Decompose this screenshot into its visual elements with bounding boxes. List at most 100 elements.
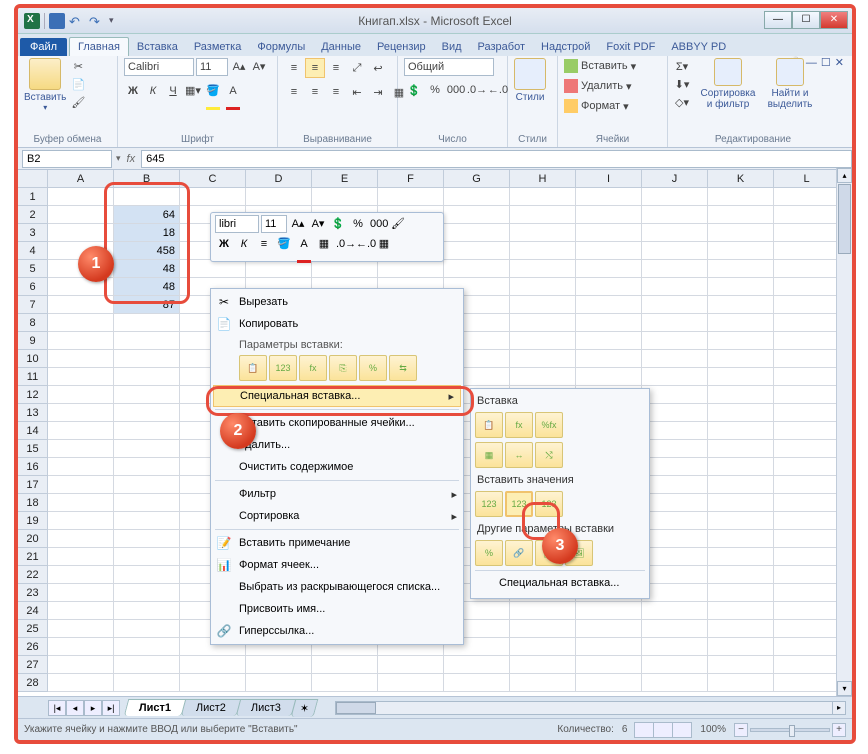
cell[interactable] (114, 494, 180, 512)
align-right-icon[interactable]: ≡ (326, 82, 346, 102)
cell[interactable]: 48 (114, 278, 180, 296)
cell[interactable] (114, 422, 180, 440)
cell[interactable] (114, 332, 180, 350)
cell[interactable] (510, 332, 576, 350)
cell[interactable] (708, 386, 774, 404)
cell[interactable] (774, 314, 840, 332)
cell[interactable] (246, 656, 312, 674)
mini-format-painter-icon[interactable]: 🖌 (389, 215, 407, 233)
cell[interactable] (114, 656, 180, 674)
cell[interactable] (576, 206, 642, 224)
cell[interactable] (114, 566, 180, 584)
sub-link-icon[interactable]: 🔗 (505, 540, 533, 566)
number-format-input[interactable]: Общий (404, 58, 494, 76)
tab-layout[interactable]: Разметка (186, 38, 250, 56)
cell[interactable] (48, 548, 114, 566)
row-header[interactable]: 20 (18, 530, 48, 548)
cell[interactable] (576, 368, 642, 386)
cell[interactable] (378, 674, 444, 692)
cell[interactable] (642, 422, 708, 440)
cell[interactable] (708, 476, 774, 494)
align-top-icon[interactable]: ≡ (284, 58, 304, 78)
cell[interactable] (642, 602, 708, 620)
format-painter-icon[interactable]: 🖌 (70, 94, 86, 110)
decrease-font-icon[interactable]: A▾ (250, 58, 268, 76)
align-center-icon[interactable]: ≡ (305, 82, 325, 102)
cell[interactable] (48, 404, 114, 422)
row-header[interactable]: 19 (18, 512, 48, 530)
cell[interactable] (774, 476, 840, 494)
row-header[interactable]: 23 (18, 584, 48, 602)
cell[interactable] (708, 350, 774, 368)
cell[interactable] (642, 476, 708, 494)
cell[interactable] (114, 638, 180, 656)
paste-button[interactable]: Вставить ▾ (24, 58, 66, 112)
orientation-icon[interactable]: ⤢ (347, 58, 367, 78)
mini-grow-font-icon[interactable]: A▴ (289, 215, 307, 233)
cell[interactable] (642, 386, 708, 404)
wrap-text-icon[interactable]: ↩ (368, 58, 388, 78)
prev-sheet-button[interactable]: ◂ (66, 700, 84, 716)
cell[interactable] (576, 332, 642, 350)
cell[interactable] (642, 494, 708, 512)
cell[interactable] (774, 584, 840, 602)
first-sheet-button[interactable]: |◂ (48, 700, 66, 716)
cell[interactable] (774, 242, 840, 260)
cell[interactable] (510, 314, 576, 332)
cell[interactable] (642, 584, 708, 602)
mini-shrink-font-icon[interactable]: A▾ (309, 215, 327, 233)
tab-foxit[interactable]: Foxit PDF (598, 38, 663, 56)
cell[interactable] (48, 494, 114, 512)
cell[interactable] (774, 278, 840, 296)
cell[interactable] (642, 296, 708, 314)
cell[interactable] (774, 602, 840, 620)
cell[interactable]: 87 (114, 296, 180, 314)
cell[interactable] (114, 530, 180, 548)
row-header[interactable]: 4 (18, 242, 48, 260)
row-header[interactable]: 3 (18, 224, 48, 242)
sort-filter-button[interactable]: Сортировка и фильтр (698, 58, 758, 110)
tab-review[interactable]: Рецензир (369, 38, 434, 56)
cell[interactable] (114, 404, 180, 422)
cell[interactable] (642, 512, 708, 530)
cell[interactable] (114, 620, 180, 638)
mini-comma-icon[interactable]: 000 (369, 215, 387, 233)
cell[interactable] (510, 278, 576, 296)
increase-font-icon[interactable]: A▴ (230, 58, 248, 76)
cell[interactable] (48, 386, 114, 404)
cell[interactable] (114, 548, 180, 566)
row-header[interactable]: 17 (18, 476, 48, 494)
cell[interactable] (708, 296, 774, 314)
decrease-decimal-icon[interactable]: ←.0 (488, 80, 508, 100)
cell[interactable] (774, 494, 840, 512)
cell[interactable] (708, 188, 774, 206)
cell[interactable] (48, 296, 114, 314)
cell[interactable] (444, 242, 510, 260)
normal-view-button[interactable] (634, 722, 654, 738)
cell[interactable] (576, 314, 642, 332)
cell[interactable] (642, 260, 708, 278)
select-all-corner[interactable] (18, 170, 48, 187)
close-button[interactable] (820, 11, 848, 29)
cell[interactable] (708, 332, 774, 350)
cell[interactable] (48, 530, 114, 548)
sub-paste-transpose-icon[interactable]: ⤭ (535, 442, 563, 468)
col-header[interactable]: F (378, 170, 444, 187)
cell[interactable] (510, 260, 576, 278)
cell[interactable] (114, 368, 180, 386)
cell[interactable] (642, 404, 708, 422)
cell[interactable] (48, 638, 114, 656)
cell[interactable] (48, 440, 114, 458)
cell[interactable] (510, 206, 576, 224)
row-header[interactable]: 5 (18, 260, 48, 278)
cell[interactable] (642, 224, 708, 242)
clear-icon[interactable]: ◇▾ (674, 94, 690, 110)
increase-decimal-icon[interactable]: .0→ (467, 80, 487, 100)
sub-paste-col-width-icon[interactable]: ↔ (505, 442, 533, 468)
cell[interactable] (114, 440, 180, 458)
ctx-hyperlink[interactable]: 🔗Гиперссылка... (211, 620, 463, 642)
cell[interactable] (378, 260, 444, 278)
cell[interactable]: 48 (114, 260, 180, 278)
cells-format-button[interactable]: Формат ▾ (564, 99, 629, 113)
mini-merge-icon[interactable]: ▦ (375, 235, 393, 253)
